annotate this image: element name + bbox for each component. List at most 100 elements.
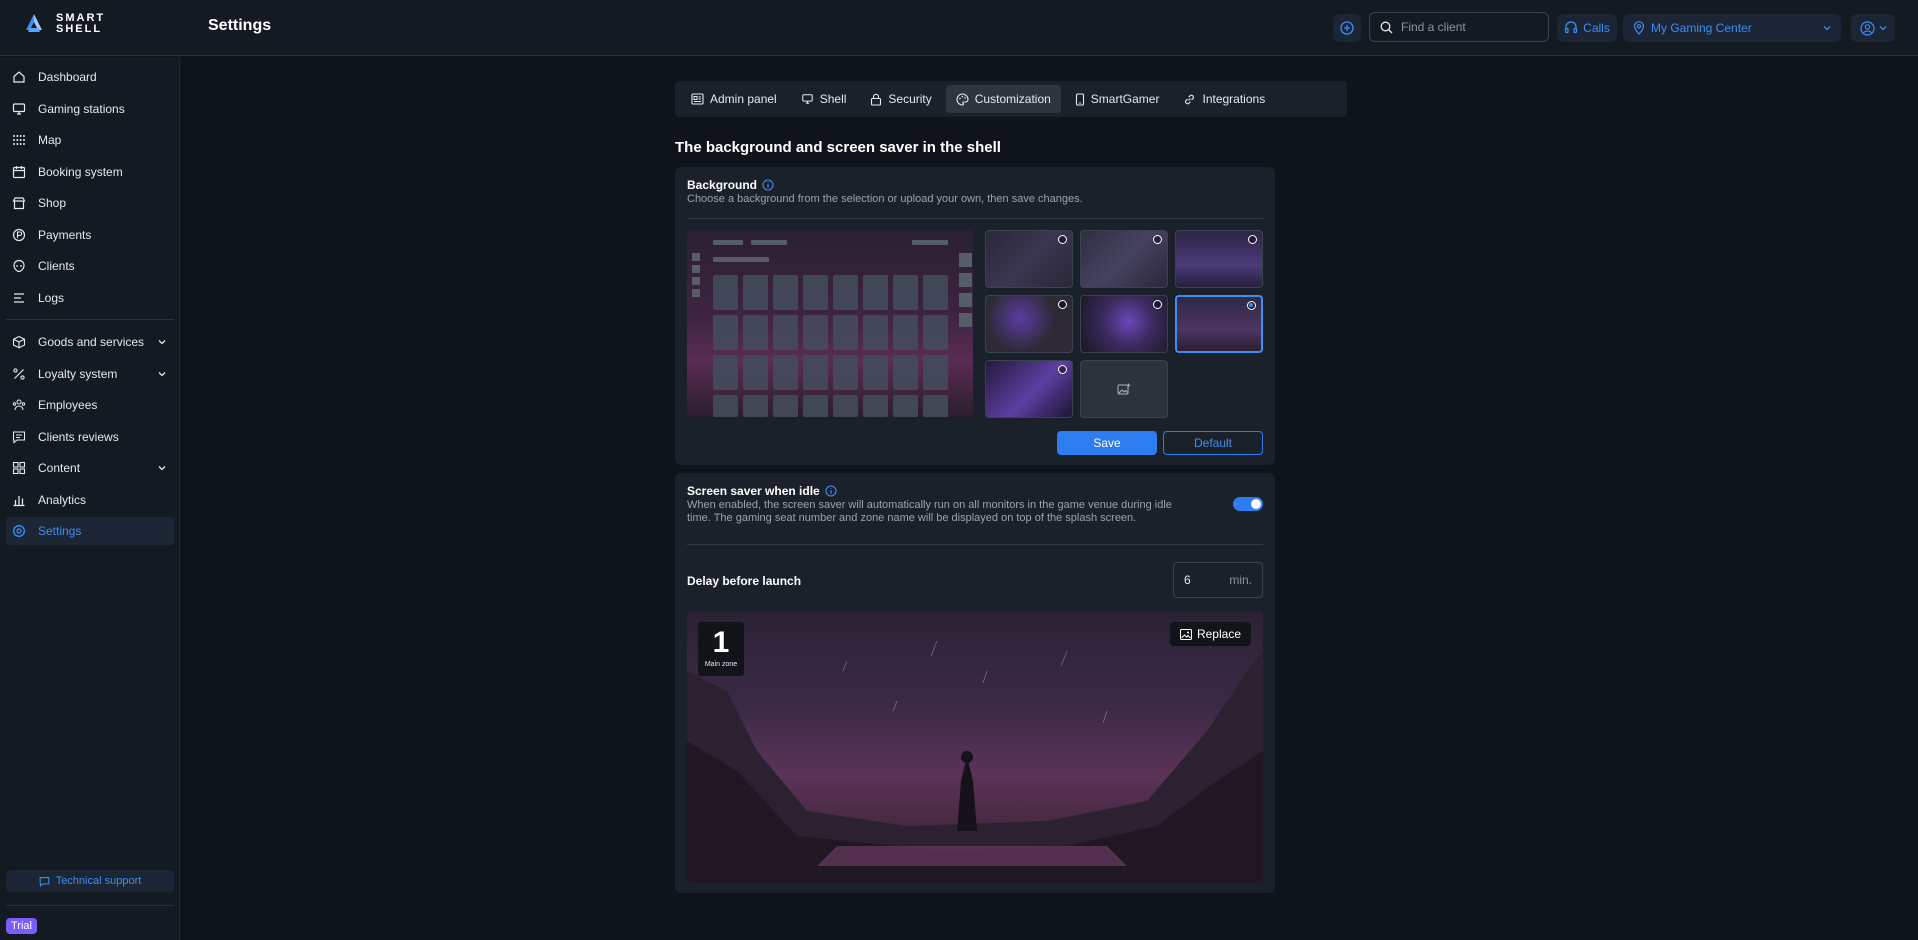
sidebar-item-dashboard[interactable]: Dashboard: [6, 63, 174, 91]
tab-label: Integrations: [1202, 92, 1266, 106]
sidebar-item-logs[interactable]: Logs: [6, 284, 174, 312]
monitor-icon: [12, 103, 26, 115]
preview-bar: [912, 240, 948, 245]
add-button[interactable]: [1333, 14, 1361, 42]
sidebar-item-content[interactable]: Content: [6, 454, 174, 482]
technical-support-label: Technical support: [55, 875, 142, 887]
sidebar-item-loyalty-system[interactable]: Loyalty system: [6, 360, 174, 388]
sidebar-item-label: Clients: [38, 259, 75, 273]
tab-smartgamer[interactable]: SmartGamer: [1065, 85, 1170, 113]
info-icon[interactable]: [825, 485, 837, 497]
tab-shell[interactable]: Shell: [791, 85, 857, 113]
sidebar-item-label: Map: [38, 133, 62, 147]
screensaver-description: When enabled, the screen saver will auto…: [687, 499, 1172, 525]
radio-button-selected[interactable]: [1247, 301, 1256, 310]
sidebar-item-label: Content: [38, 461, 81, 475]
upload-background-button[interactable]: [1080, 360, 1168, 418]
sidebar-item-label: Booking system: [38, 165, 123, 179]
screensaver-title-text: Screen saver when idle: [687, 484, 820, 498]
sidebar-item-settings[interactable]: Settings: [6, 517, 174, 545]
user-menu-button[interactable]: [1851, 14, 1895, 42]
delay-unit: min.: [1229, 573, 1252, 587]
technical-support-button[interactable]: Technical support: [6, 870, 174, 892]
preview-tile-grid: [713, 275, 953, 417]
tab-admin-panel[interactable]: Admin panel: [681, 85, 787, 113]
sidebar-item-label: Employees: [38, 398, 98, 412]
background-option-1[interactable]: [985, 230, 1073, 288]
preview-bar: [713, 257, 769, 262]
search-placeholder: Find a client: [1401, 20, 1466, 34]
delay-input[interactable]: 6 min.: [1173, 562, 1263, 598]
sidebar-item-clients[interactable]: Clients: [6, 252, 174, 280]
calls-label: Calls: [1583, 21, 1610, 35]
background-option-3[interactable]: [1175, 230, 1263, 288]
tab-integrations[interactable]: Integrations: [1173, 85, 1275, 113]
sidebar-item-label: Dashboard: [38, 70, 97, 84]
monitor-icon: [801, 94, 813, 104]
sidebar-item-gaming-stations[interactable]: Gaming stations: [6, 95, 174, 123]
radio-button[interactable]: [1058, 300, 1067, 309]
radio-button[interactable]: [1058, 235, 1067, 244]
chart-icon: [13, 496, 25, 507]
tab-customization[interactable]: Customization: [945, 85, 1061, 113]
sidebar-item-label: Clients reviews: [38, 430, 119, 444]
background-option-5[interactable]: [1080, 295, 1168, 353]
replace-button[interactable]: Replace: [1169, 622, 1251, 646]
chat-icon: [12, 431, 26, 444]
logo[interactable]: SMART SHELL: [22, 12, 105, 36]
save-button[interactable]: Save: [1057, 431, 1157, 455]
chevron-down-icon: [158, 466, 166, 471]
radio-button[interactable]: [1058, 365, 1067, 374]
calendar-icon: [12, 166, 26, 179]
coin-icon: [12, 228, 26, 242]
gaming-center-select[interactable]: My Gaming Center: [1623, 14, 1841, 42]
sidebar-item-clients-reviews[interactable]: Clients reviews: [6, 423, 174, 451]
sidebar-item-shop[interactable]: Shop: [6, 189, 174, 217]
radio-button[interactable]: [1248, 235, 1257, 244]
toggle-knob: [1251, 499, 1261, 509]
image-add-icon: [1117, 383, 1131, 394]
screensaver-toggle[interactable]: [1233, 497, 1263, 511]
radio-button[interactable]: [1153, 300, 1162, 309]
location-pin-icon: [1633, 21, 1645, 35]
screensaver-description-line-2: time. The gaming seat number and zone na…: [687, 512, 1137, 524]
trial-badge: Trial: [6, 918, 37, 934]
tab-label: Shell: [819, 92, 847, 106]
sidebar-item-payments[interactable]: Payments: [6, 221, 174, 249]
background-description: Choose a background from the selection o…: [687, 193, 1083, 205]
screensaver-title: Screen saver when idle: [687, 484, 837, 498]
background-option-6[interactable]: [1175, 295, 1263, 353]
headset-icon: [1565, 21, 1578, 34]
section-title: The background and screen saver in the s…: [675, 139, 1001, 156]
tab-security[interactable]: Security: [860, 85, 941, 113]
top-bar: SMART SHELL Settings Find a client Calls…: [0, 0, 1918, 56]
palette-icon: [956, 92, 969, 106]
sidebar-item-map[interactable]: Map: [6, 126, 174, 154]
sidebar-item-employees[interactable]: Employees: [6, 391, 174, 419]
tab-label: Admin panel: [710, 92, 777, 106]
preview-bar: [713, 240, 743, 245]
logo-text-2: SHELL: [56, 23, 103, 35]
background-option-7[interactable]: [985, 360, 1073, 418]
sidebar-item-label: Logs: [38, 291, 65, 305]
sidebar-item-analytics[interactable]: Analytics: [6, 486, 174, 514]
info-icon[interactable]: [762, 179, 774, 191]
sidebar-item-booking-system[interactable]: Booking system: [6, 158, 174, 186]
background-option-2[interactable]: [1080, 230, 1168, 288]
preview-right-icons: [959, 253, 972, 353]
logo-icon: [26, 14, 42, 32]
preview-side-icons: [692, 253, 700, 315]
box-icon: [12, 335, 26, 349]
sidebar-item-goods-and-services[interactable]: Goods and services: [6, 328, 174, 356]
client-search-input[interactable]: Find a client: [1369, 12, 1549, 42]
background-option-4[interactable]: [985, 295, 1073, 353]
delay-label: Delay before launch: [687, 574, 802, 588]
default-button[interactable]: Default: [1163, 431, 1263, 455]
chevron-down-icon: [158, 372, 166, 377]
calls-button[interactable]: Calls: [1557, 14, 1617, 42]
sidebar-item-label: Analytics: [38, 493, 87, 507]
settings-tabs: Admin panel Shell Security Customization…: [675, 81, 1347, 117]
divider: [687, 218, 1263, 219]
background-card: Background Choose a background from the …: [675, 167, 1275, 465]
radio-button[interactable]: [1153, 235, 1162, 244]
